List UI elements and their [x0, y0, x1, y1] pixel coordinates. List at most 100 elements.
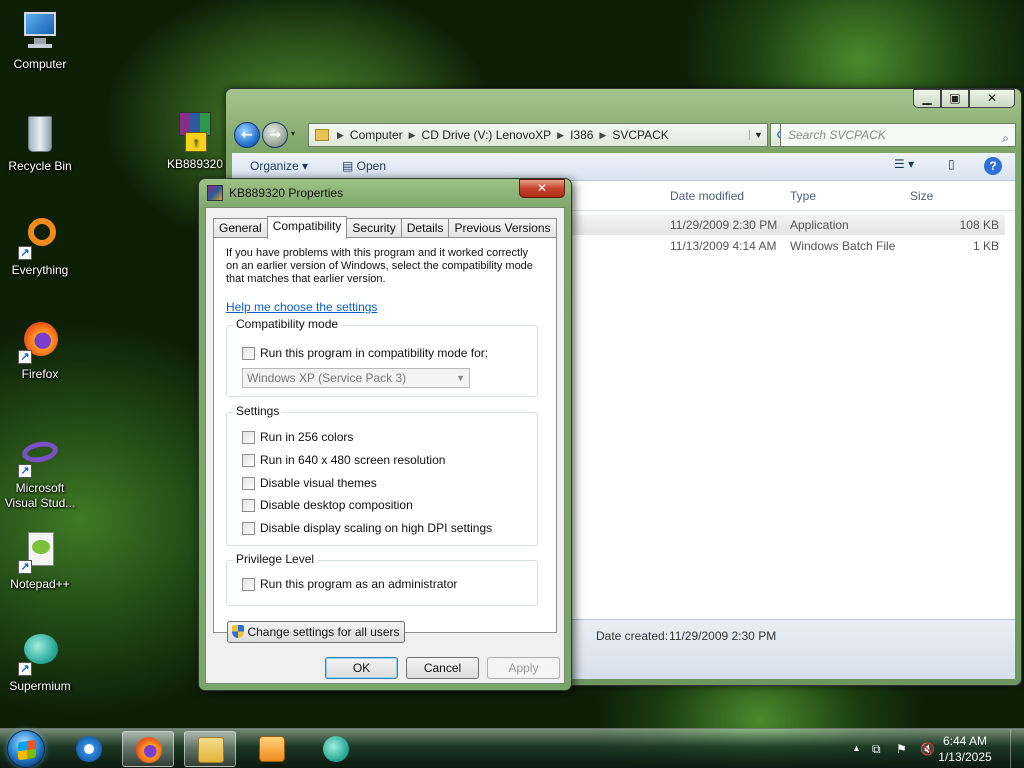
action-center-flag-icon[interactable]: ⚑: [896, 742, 907, 756]
desktop-icon-firefox[interactable]: ↗ Firefox: [0, 320, 80, 382]
file-type: Application: [790, 218, 849, 232]
checkbox-box[interactable]: [242, 498, 255, 512]
dialog-close-button[interactable]: ✕: [519, 179, 565, 198]
tab-security[interactable]: Security: [346, 218, 402, 238]
start-button[interactable]: [7, 730, 45, 768]
checkbox-label: Disable desktop composition: [260, 498, 413, 512]
breadcrumb-item[interactable]: SVCPACK: [608, 128, 672, 142]
tab-compatibility[interactable]: Compatibility: [266, 216, 348, 239]
computer-icon: [18, 10, 62, 54]
clock[interactable]: 6:44 AM 1/13/2025: [930, 733, 1000, 765]
organize-button[interactable]: Organize ▾: [250, 159, 308, 173]
minimize-button[interactable]: ▁: [913, 89, 941, 108]
help-icon[interactable]: ?: [984, 157, 1002, 175]
compat-mode-checkbox[interactable]: Run this program in compatibility mode f…: [242, 346, 488, 360]
checkbox-box[interactable]: [242, 430, 255, 444]
file-row[interactable]: 11/29/2009 2:30 PM Application 108 KB: [572, 215, 1005, 235]
navigation-bar: ← → ▾ ▶ Computer ▶ CD Drive (V:) LenovoX…: [232, 119, 1016, 151]
group-title: Settings: [233, 404, 283, 418]
desktop-icon-recycle-bin[interactable]: Recycle Bin: [0, 112, 80, 174]
checkbox-box[interactable]: [242, 476, 255, 490]
tab-strip: General Compatibility Security Details P…: [213, 216, 557, 239]
checkbox-box[interactable]: [242, 453, 255, 467]
close-button[interactable]: ✕: [969, 89, 1015, 108]
file-date: 11/29/2009 2:30 PM: [670, 218, 778, 232]
run-as-admin-checkbox[interactable]: Run this program as an administrator: [242, 577, 457, 591]
desktop-icon-computer[interactable]: Computer: [0, 10, 80, 72]
cancel-button[interactable]: Cancel: [406, 657, 479, 679]
apply-button[interactable]: Apply: [487, 657, 560, 679]
show-hidden-icons-chevron-icon[interactable]: ▲: [852, 743, 861, 753]
recent-pages-chevron-icon[interactable]: ▾: [291, 129, 295, 138]
disable-visual-themes-checkbox[interactable]: Disable visual themes: [242, 476, 377, 490]
desktop-icon-notepad-plus-plus[interactable]: ↗ Notepad++: [0, 530, 80, 592]
folder-icon: [198, 737, 224, 763]
search-placeholder: Search SVCPACK: [788, 128, 886, 142]
run-256-colors-checkbox[interactable]: Run in 256 colors: [242, 430, 353, 444]
desktop-icon-kb889320[interactable]: ↑ KB889320: [155, 110, 235, 172]
views-button[interactable]: ☰ ▾: [894, 157, 914, 171]
file-row[interactable]: 11/13/2009 4:14 AM Windows Batch File 1 …: [572, 236, 1005, 256]
checkbox-label: Run this program as an administrator: [260, 577, 458, 591]
desktop-icon-supermium[interactable]: ↗ Supermium: [0, 632, 80, 694]
checkbox-box[interactable]: [242, 577, 255, 591]
compat-mode-select[interactable]: Windows XP (Service Pack 3) ▼: [242, 368, 470, 388]
shortcut-arrow-icon: ↗: [18, 662, 32, 676]
disable-desktop-composition-checkbox[interactable]: Disable desktop composition: [242, 498, 413, 512]
run-640x480-checkbox[interactable]: Run in 640 x 480 screen resolution: [242, 453, 445, 467]
back-button[interactable]: ←: [234, 122, 260, 148]
search-input[interactable]: Search SVCPACK ⌕: [780, 123, 1016, 147]
help-choose-settings-link[interactable]: Help me choose the settings: [226, 300, 377, 314]
column-type[interactable]: Type: [790, 189, 816, 203]
maximize-button[interactable]: ▣: [941, 89, 969, 108]
taskbar: ▲ ⧉ ⚑ 🔇 6:44 AM 1/13/2025: [0, 728, 1024, 768]
breadcrumb-item[interactable]: I386: [566, 128, 597, 142]
column-size[interactable]: Size: [910, 189, 933, 203]
checkbox-label: Run this program in compatibility mode f…: [260, 346, 489, 360]
dialog-title: KB889320 Properties: [229, 186, 344, 200]
compatibility-mode-group: Compatibility mode Run this program in c…: [226, 317, 538, 397]
settings-group: Settings Run in 256 colors Run in 640 x …: [226, 404, 538, 546]
disable-dpi-scaling-checkbox[interactable]: Disable display scaling on high DPI sett…: [242, 521, 492, 535]
tab-previous-versions[interactable]: Previous Versions: [448, 218, 557, 238]
visual-studio-icon: ↗: [18, 434, 62, 478]
desktop-icon-visual-studio[interactable]: ↗ Microsoft Visual Stud...: [0, 434, 80, 511]
show-desktop-button[interactable]: [1010, 729, 1024, 768]
checkbox-label: Disable display scaling on high DPI sett…: [260, 521, 493, 535]
breadcrumb-separator-icon: ▶: [408, 129, 416, 140]
desktop-icon-everything[interactable]: ↗ Everything: [0, 216, 80, 278]
checkbox-box[interactable]: [242, 521, 255, 535]
forward-button[interactable]: →: [262, 122, 288, 148]
address-dropdown-icon[interactable]: ▼: [749, 130, 767, 140]
checkbox-box[interactable]: [242, 346, 255, 360]
column-date-modified[interactable]: Date modified: [670, 189, 744, 203]
change-settings-all-users-button[interactable]: Change settings for all users: [227, 621, 405, 643]
network-icon[interactable]: ⧉: [872, 742, 881, 757]
tab-details[interactable]: Details: [400, 218, 450, 238]
taskbar-supermium[interactable]: [310, 731, 362, 767]
desktop-icon-label: Supermium: [9, 679, 71, 693]
checkbox-label: Run in 256 colors: [260, 430, 354, 444]
ok-button[interactable]: OK: [325, 657, 398, 679]
preview-pane-icon[interactable]: ▯: [948, 157, 955, 171]
breadcrumb-item[interactable]: CD Drive (V:) LenovoXP: [418, 128, 556, 142]
address-bar[interactable]: ▶ Computer ▶ CD Drive (V:) LenovoXP ▶ I3…: [308, 123, 768, 147]
taskbar-explorer[interactable]: [184, 731, 236, 767]
supermium-icon: [323, 736, 349, 762]
taskbar-media-player[interactable]: [246, 731, 298, 767]
tab-general[interactable]: General: [213, 218, 268, 238]
details-label: Date created:: [596, 629, 669, 643]
file-size: 108 KB: [959, 218, 999, 232]
desktop-icon-label: KB889320: [166, 157, 224, 171]
taskbar-internet-explorer[interactable]: [63, 731, 115, 767]
organize-label: Organize: [250, 159, 299, 173]
group-title: Compatibility mode: [233, 317, 342, 331]
group-title: Privilege Level: [233, 552, 318, 566]
dialog-title-bar: KB889320 Properties: [207, 185, 343, 201]
file-type: Windows Batch File: [790, 239, 896, 253]
intro-text: If you have problems with this program a…: [226, 247, 533, 285]
breadcrumb-separator-icon: ▶: [557, 129, 565, 140]
open-button[interactable]: ▤ Open: [342, 159, 386, 173]
breadcrumb-item[interactable]: Computer: [346, 128, 407, 142]
taskbar-firefox[interactable]: [122, 731, 174, 767]
